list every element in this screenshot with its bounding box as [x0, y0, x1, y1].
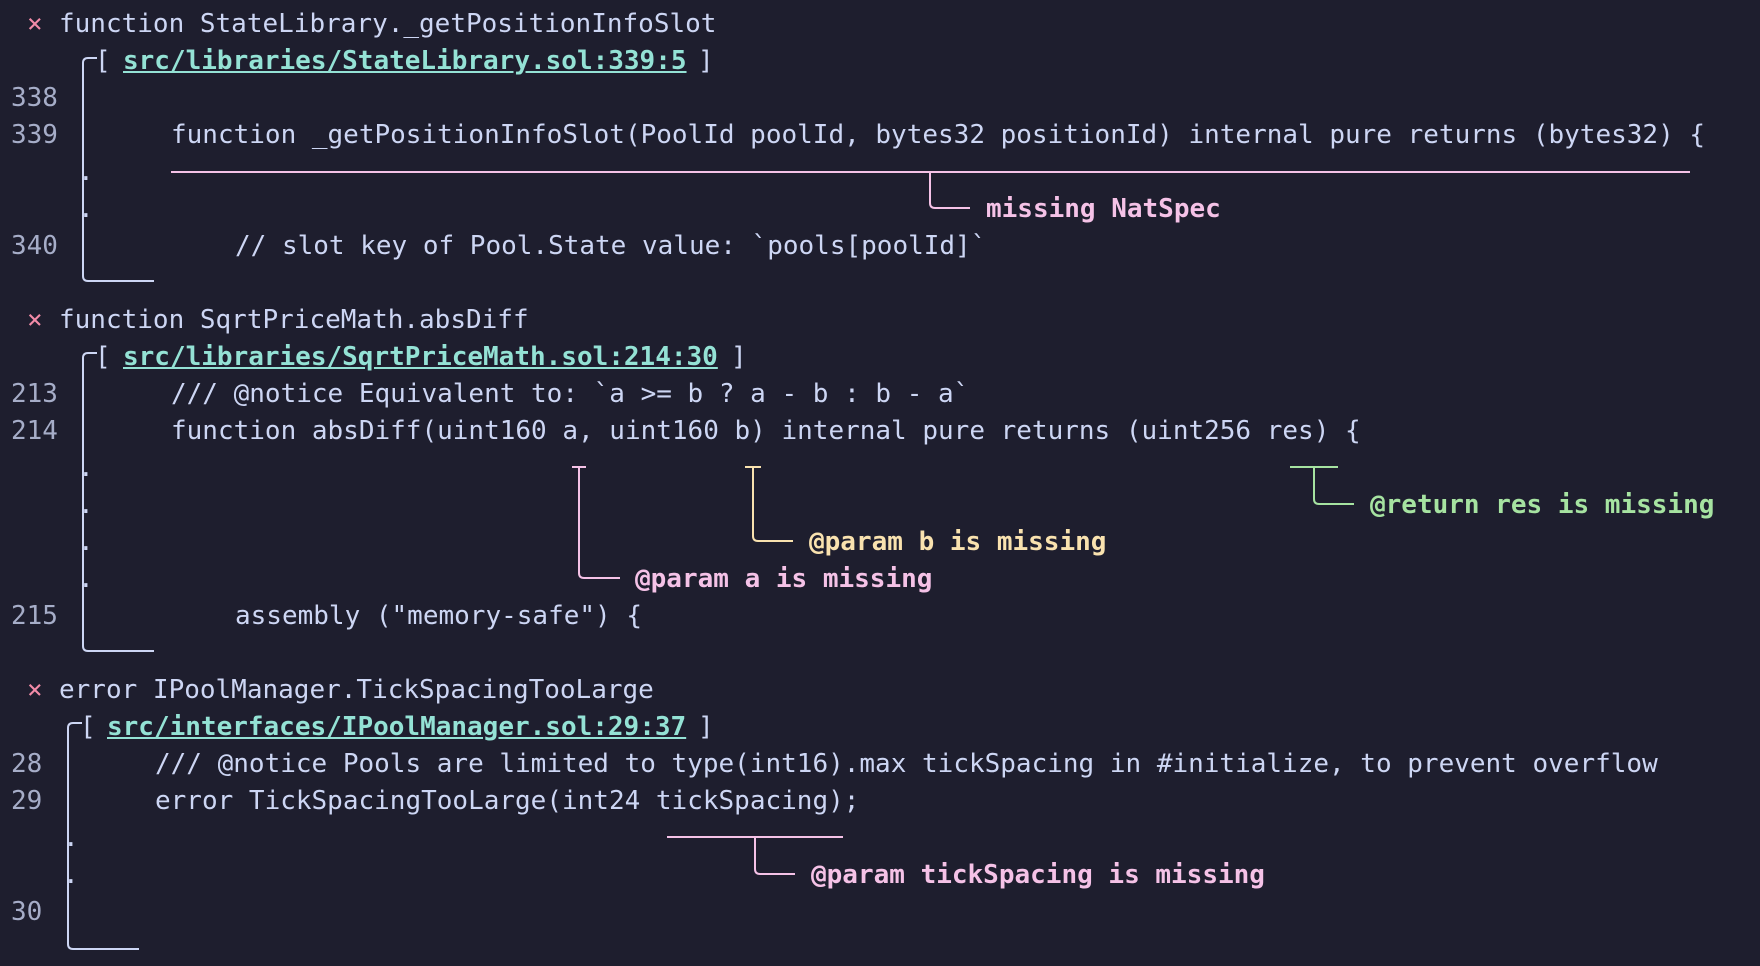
- line-number: 29: [11, 786, 43, 816]
- gutter-dot: .: [78, 157, 94, 187]
- gutter-dot: .: [78, 527, 94, 557]
- line-number: 30: [11, 897, 43, 927]
- code-line: /// @notice Pools are limited to type(in…: [155, 749, 1658, 779]
- gutter-dot: .: [78, 453, 94, 483]
- error-cross-icon: ×: [27, 305, 43, 335]
- source-location-link[interactable]: src/libraries/SqrtPriceMath.sol:214:30: [123, 339, 718, 376]
- line-number: 338: [11, 83, 58, 113]
- open-bracket: [: [80, 712, 96, 742]
- line-number: 339: [11, 120, 58, 150]
- code-line: /// @notice Equivalent to: `a >= b ? a -…: [171, 379, 970, 409]
- gutter-dot: .: [63, 823, 79, 853]
- open-bracket: [: [95, 46, 111, 76]
- diagnostic-label: @return res is missing: [1370, 490, 1715, 520]
- gutter-dot: .: [78, 564, 94, 594]
- diagnostic-header: error IPoolManager.TickSpacingTooLarge: [59, 675, 654, 705]
- line-number: 213: [11, 379, 58, 409]
- line-number: 215: [11, 601, 58, 631]
- code-line: function absDiff(uint160 a, uint160 b) i…: [171, 416, 1361, 446]
- close-bracket: ]: [731, 342, 747, 372]
- error-cross-icon: ×: [27, 675, 43, 705]
- code-line: function _getPositionInfoSlot(PoolId poo…: [171, 120, 1706, 150]
- line-number: 214: [11, 416, 58, 446]
- open-bracket: [: [95, 342, 111, 372]
- diagnostic-header: function SqrtPriceMath.absDiff: [59, 305, 529, 335]
- code-line: error TickSpacingTooLarge(int24 tickSpac…: [155, 786, 860, 816]
- code-line: // slot key of Pool.State value: `pools[…: [235, 231, 987, 261]
- gutter-dot: .: [78, 490, 94, 520]
- code-line: assembly ("memory-safe") {: [235, 601, 642, 631]
- error-cross-icon: ×: [27, 9, 43, 39]
- line-number: 340: [11, 231, 58, 261]
- diagnostic-label: @param tickSpacing is missing: [811, 860, 1265, 890]
- diagnostic-label: @param b is missing: [809, 527, 1107, 557]
- source-location-link[interactable]: src/interfaces/IPoolManager.sol:29:37: [107, 709, 686, 746]
- gutter-dot: .: [63, 860, 79, 890]
- diagnostic-header: function StateLibrary._getPositionInfoSl…: [59, 9, 717, 39]
- line-number: 28: [11, 749, 43, 779]
- diagnostic-label: @param a is missing: [635, 564, 933, 594]
- diagnostic-label: missing NatSpec: [986, 194, 1221, 224]
- close-bracket: ]: [698, 712, 714, 742]
- source-location-link[interactable]: src/libraries/StateLibrary.sol:339:5: [123, 43, 687, 80]
- gutter-dot: .: [78, 194, 94, 224]
- close-bracket: ]: [698, 46, 714, 76]
